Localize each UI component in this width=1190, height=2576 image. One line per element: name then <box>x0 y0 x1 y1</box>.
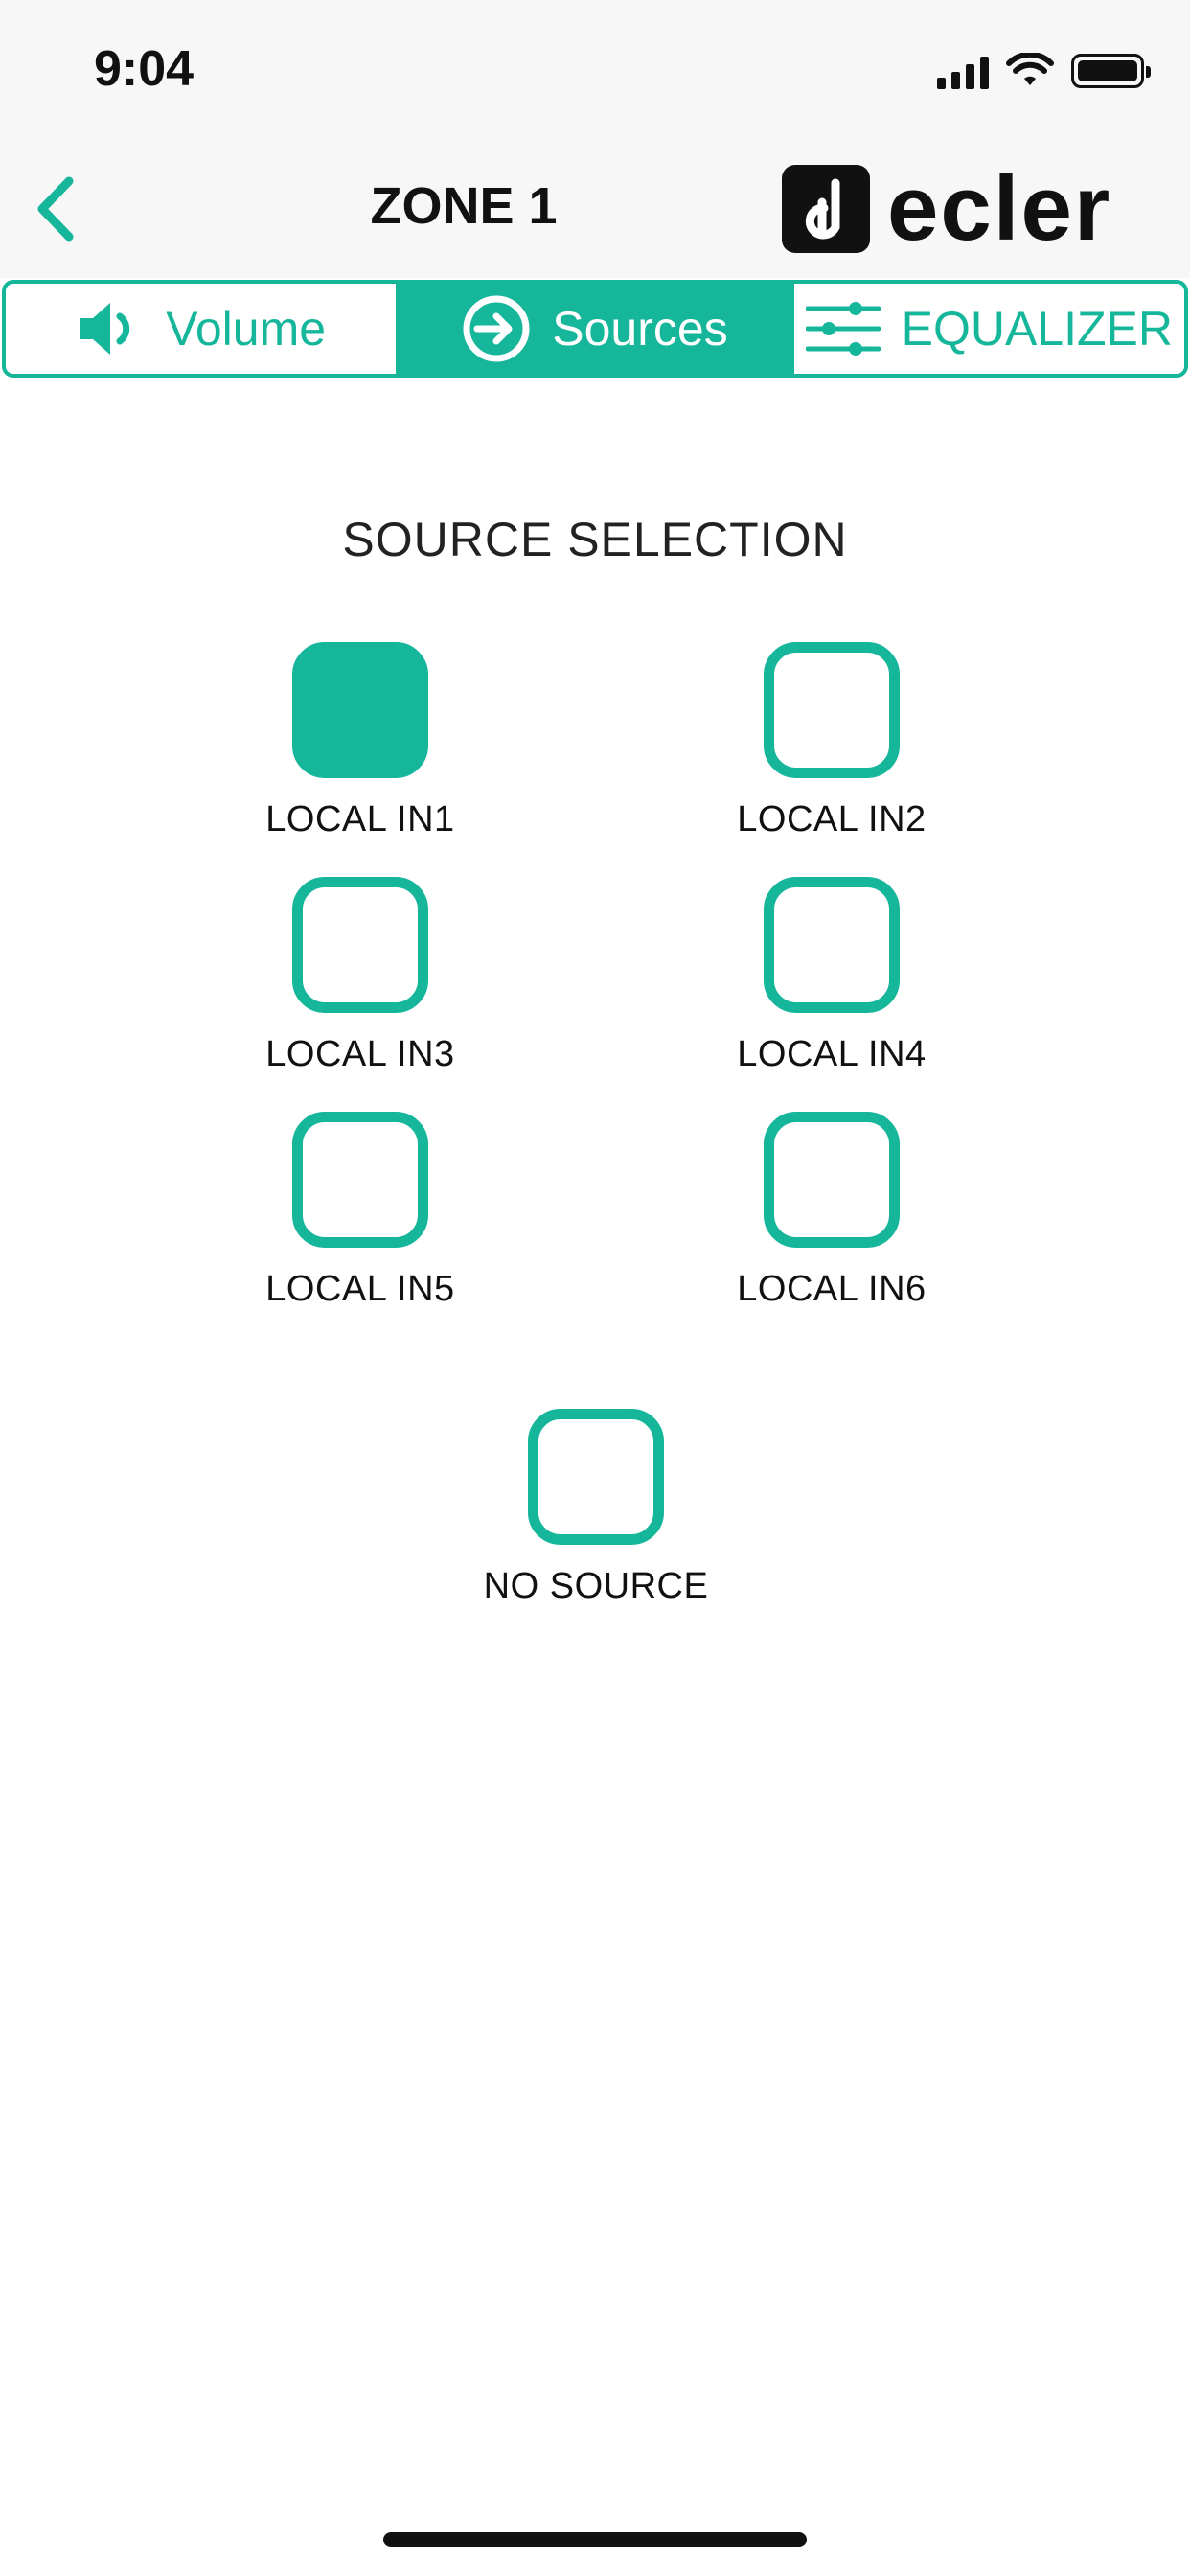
source-label: NO SOURCE <box>483 1566 709 1606</box>
source-label: LOCAL IN5 <box>265 1269 455 1309</box>
page-title: ZONE 1 <box>370 177 558 235</box>
source-checkbox[interactable] <box>764 877 900 1013</box>
source-local-in6[interactable]: LOCAL IN6 <box>669 1112 995 1310</box>
top-bar: 9:04 ZONE 1 ecler <box>0 0 1190 278</box>
source-checkbox[interactable] <box>764 642 900 778</box>
source-local-in4[interactable]: LOCAL IN4 <box>669 877 995 1075</box>
source-label: LOCAL IN2 <box>737 799 927 840</box>
logo-text: ecler <box>887 157 1112 260</box>
status-time: 9:04 <box>94 41 195 97</box>
tab-sources-label: Sources <box>552 302 728 356</box>
tab-equalizer-label: EQUALIZER <box>901 302 1174 356</box>
status-icons <box>937 50 1151 92</box>
source-checkbox[interactable] <box>292 642 428 778</box>
home-indicator[interactable] <box>383 2532 807 2547</box>
chevron-left-icon <box>37 176 74 242</box>
tab-volume-label: Volume <box>166 302 327 356</box>
tab-bar: Volume Sources EQUALIZER <box>2 280 1188 378</box>
source-label: LOCAL IN3 <box>265 1034 455 1074</box>
source-local-in2[interactable]: LOCAL IN2 <box>669 642 995 840</box>
input-arrow-icon <box>463 295 530 362</box>
source-label: LOCAL IN6 <box>737 1269 927 1309</box>
tab-equalizer[interactable]: EQUALIZER <box>790 284 1184 374</box>
source-checkbox[interactable] <box>292 1112 428 1248</box>
cellular-signal-icon <box>937 53 989 89</box>
wifi-icon <box>1006 53 1054 85</box>
source-local-in5[interactable]: LOCAL IN5 <box>197 1112 523 1310</box>
source-checkbox[interactable] <box>528 1409 664 1545</box>
source-label: LOCAL IN1 <box>265 799 455 840</box>
source-no-source[interactable]: NO SOURCE <box>433 1409 759 1607</box>
ecler-logo: ecler <box>782 163 1111 255</box>
tab-sources[interactable]: Sources <box>396 284 790 374</box>
source-checkbox[interactable] <box>764 1112 900 1248</box>
source-label: LOCAL IN4 <box>737 1034 927 1074</box>
section-heading: SOURCE SELECTION <box>342 513 848 566</box>
equalizer-sliders-icon <box>805 302 881 356</box>
tab-volume[interactable]: Volume <box>6 284 396 374</box>
source-local-in1[interactable]: LOCAL IN1 <box>197 642 523 840</box>
ecler-logo-mark-icon <box>782 165 870 253</box>
speaker-icon <box>80 303 130 355</box>
source-local-in3[interactable]: LOCAL IN3 <box>197 877 523 1075</box>
source-checkbox[interactable] <box>292 877 428 1013</box>
battery-icon <box>1071 54 1151 88</box>
back-button[interactable] <box>21 171 88 247</box>
